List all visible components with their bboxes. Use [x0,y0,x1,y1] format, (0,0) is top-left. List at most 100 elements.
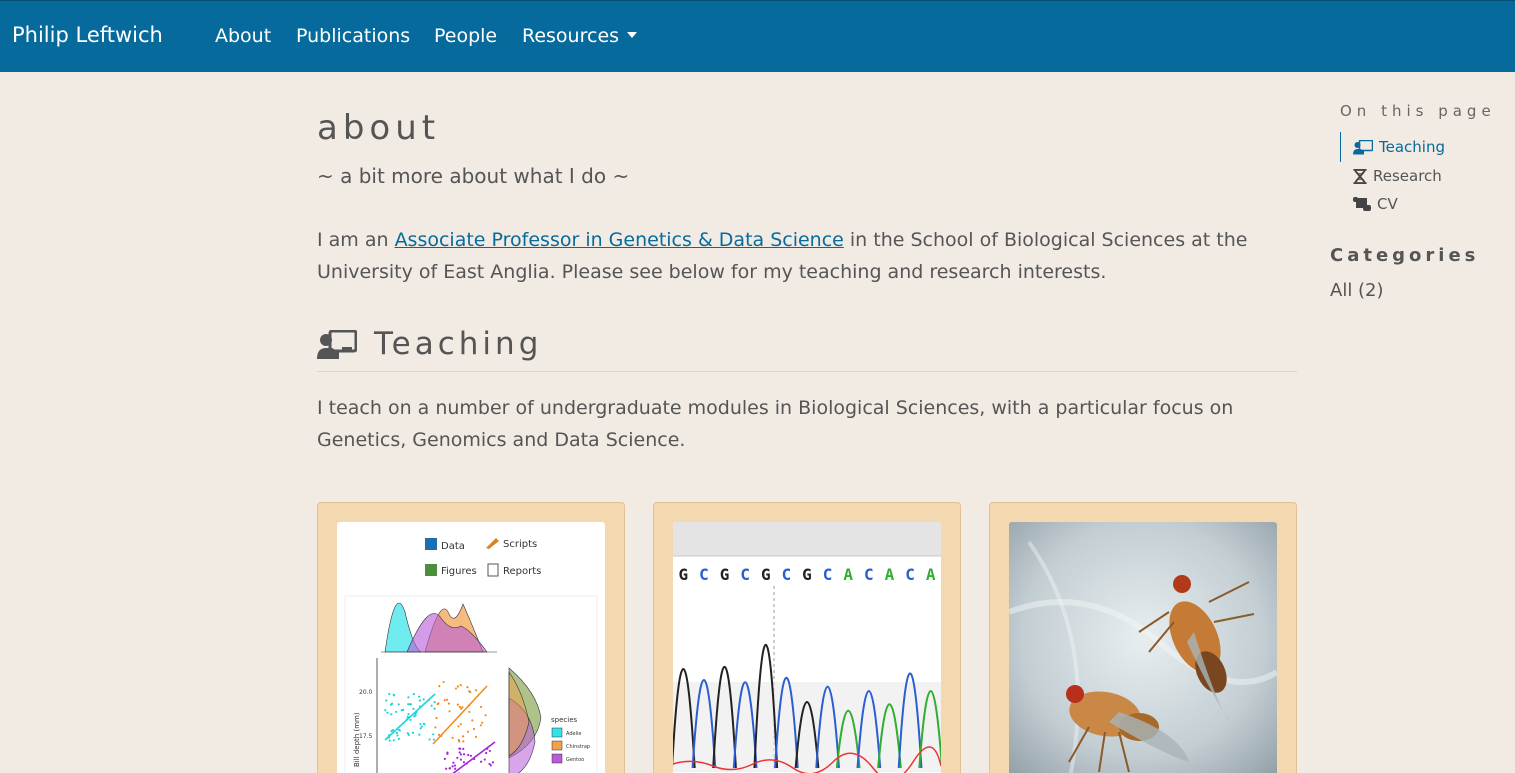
figures-icon [425,564,437,576]
scatter-point [392,693,395,696]
scatter-point [481,721,484,724]
chromatogram-graphic: GCGCGCGCACACA [673,522,941,773]
scatter-point [438,685,441,688]
species-swatch-adelie [551,727,563,738]
scatter-point [459,723,462,726]
trend-adelie [384,693,436,741]
scatter-point [460,707,463,710]
teaching-section-heading: Teaching [317,324,1297,372]
scatter-point [408,703,411,706]
scatter-point [479,705,483,709]
intro-paragraph: I am an Associate Professor in Genetics … [317,224,1297,288]
scatter-point [386,711,389,714]
toc-item-research[interactable]: Research [1341,162,1445,190]
scatter-points [384,680,494,773]
data-science-figure: Data Scripts Figures Reports 20.0 17.5 B… [337,522,605,773]
base-call: C [905,565,915,584]
scatter-point [451,736,454,739]
scatter-point [459,753,463,756]
base-call: G [720,565,730,584]
scatter-point [411,731,415,734]
scatter-point [390,713,393,716]
scatter-point [474,735,478,738]
scatter-point [443,699,446,702]
base-call: G [761,565,771,584]
scatter-point [456,756,459,759]
species-swatch-chinstrap [551,740,563,751]
scatter-point [435,716,438,720]
species-legend-title: species [551,716,577,724]
scatter-point [397,703,400,706]
toc-label: CV [1377,195,1398,213]
species-label: Adelie [566,731,581,737]
legend-scripts: Scripts [503,539,537,550]
scatter-point [434,726,437,729]
teaching-card-drosophila[interactable] [989,502,1297,773]
scatter-point [485,751,488,755]
scatter-point [418,699,422,702]
nav-about[interactable]: About [215,25,271,47]
scatter-point [488,749,491,753]
scatter-point [458,740,461,743]
trend-chinstrap [432,685,488,745]
scatter-point [442,680,445,684]
base-call: A [885,565,895,584]
y-tick-label: 17.5 [359,733,373,740]
scatter-point [407,712,410,716]
base-call: C [823,565,833,584]
scroll-icon [1353,197,1371,211]
scatter-point [446,752,449,755]
scatter-point [384,709,387,712]
scatter-point [489,764,492,767]
toc-item-teaching[interactable]: Teaching [1340,132,1445,162]
nav-people[interactable]: People [434,25,497,47]
nav-publications[interactable]: Publications [296,25,410,47]
scatter-point [456,703,459,706]
scatter-point [390,729,393,733]
scatter-point [457,725,460,728]
site-brand[interactable]: Philip Leftwich [12,23,163,47]
scatter-point [395,731,399,734]
species-label: Gentoo [566,757,584,763]
nav-resources-dropdown[interactable]: Resources [522,25,638,47]
scatter-point [388,739,391,742]
caret-down-icon [627,31,638,38]
scatter-point [397,737,400,741]
scatter-point [461,735,465,738]
scripts-icon [486,538,499,549]
scatter-point [468,710,471,714]
y-axis-label: Bill depth (mm) [353,712,361,767]
base-call: G [802,565,812,584]
base-call: A [843,565,853,584]
scatter-point [433,700,436,704]
scatter-point [419,722,422,726]
toc-item-cv[interactable]: CV [1341,190,1445,218]
scatter-point [458,751,461,754]
toc-label: Teaching [1379,138,1445,156]
scatter-point [491,761,494,764]
scatter-point [395,710,398,713]
base-call: C [699,565,709,584]
scatter-point [462,753,466,756]
teaching-paragraph: I teach on a number of undergraduate mod… [317,397,1234,451]
scatter-point [454,767,457,770]
y-tick-label: 20.0 [359,689,373,696]
category-all-link[interactable]: All (2) [1330,280,1384,301]
associate-professor-link[interactable]: Associate Professor in Genetics & Data S… [395,229,844,251]
scatter-point [466,730,470,733]
base-call: C [864,565,874,584]
categories-heading: Categories [1330,245,1480,266]
teaching-card-data-science[interactable]: Data Scripts Figures Reports 20.0 17.5 B… [317,502,625,773]
scatter-point [454,687,458,690]
dna-chromatogram: GCGCGCGCACACA [673,522,941,773]
scatter-point [418,695,421,698]
scatter-point [422,698,425,701]
scatter-point [412,707,415,710]
scatter-point [420,725,423,728]
scatter-point [414,714,417,717]
scatter-point [418,733,421,736]
teaching-card-genetics[interactable]: GCGCGCGCACACA [653,502,961,773]
scatter-point [469,754,473,757]
scatter-point [430,704,433,707]
base-call: G [678,565,688,584]
